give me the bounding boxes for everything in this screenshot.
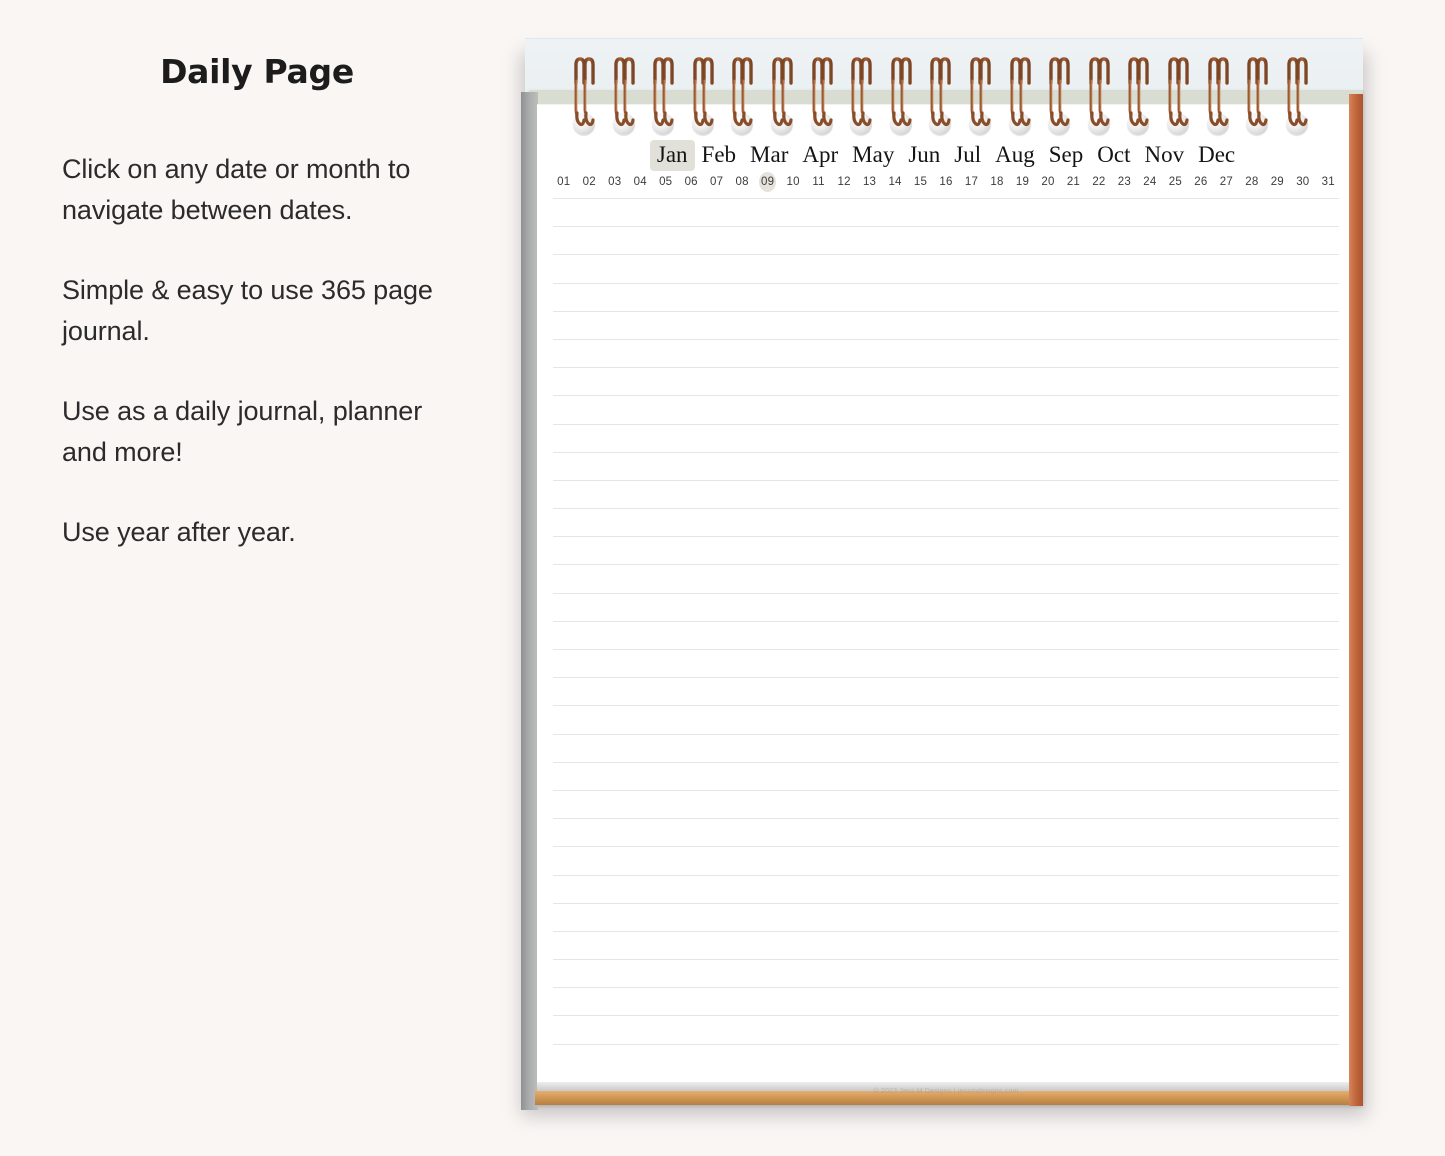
notepad: Jan Feb Mar Apr May Jun Jul Aug Sep Oct Nov Dec 01 0… <box>513 38 1375 1116</box>
day-button-20[interactable]: 20 <box>1039 172 1056 192</box>
rule-line[interactable] <box>553 733 1339 735</box>
rule-line[interactable] <box>553 451 1339 453</box>
rule-line[interactable] <box>553 423 1339 425</box>
rule-line[interactable] <box>553 930 1339 932</box>
rule-line[interactable] <box>553 649 1339 650</box>
description-paragraph-1: Click on any date or month to navigate b… <box>62 154 411 226</box>
rule-line[interactable] <box>553 198 1339 199</box>
month-button-aug[interactable]: Aug <box>988 140 1042 171</box>
month-button-nov[interactable]: Nov <box>1137 140 1191 171</box>
description-paragraph-4: Use year after year. <box>62 517 296 548</box>
rule-line[interactable] <box>553 677 1339 679</box>
rule-line[interactable] <box>553 564 1339 566</box>
day-button-19[interactable]: 19 <box>1014 172 1031 192</box>
month-button-mar[interactable]: Mar <box>743 140 795 171</box>
day-button-28[interactable]: 28 <box>1243 172 1260 192</box>
month-button-apr[interactable]: Apr <box>795 140 845 171</box>
day-button-04[interactable]: 04 <box>632 172 649 192</box>
rule-line[interactable] <box>553 874 1339 876</box>
day-button-06[interactable]: 06 <box>683 172 700 192</box>
rule-line[interactable] <box>553 987 1339 989</box>
month-button-dec[interactable]: Dec <box>1191 140 1242 171</box>
day-button-16[interactable]: 16 <box>937 172 954 192</box>
day-button-05[interactable]: 05 <box>657 172 674 192</box>
month-button-jul[interactable]: Jul <box>947 140 988 171</box>
day-button-30[interactable]: 30 <box>1294 172 1311 192</box>
rule-line[interactable] <box>553 761 1339 763</box>
rule-line[interactable] <box>553 1043 1339 1045</box>
month-button-sep[interactable]: Sep <box>1042 140 1091 171</box>
month-button-feb[interactable]: Feb <box>695 140 744 171</box>
day-button-27[interactable]: 27 <box>1218 172 1235 192</box>
day-selector[interactable]: 01 02 03 04 05 06 07 08 09 10 11 12 13 14 15 16 17 18 19 20… <box>537 172 1355 192</box>
month-selector[interactable]: Jan Feb Mar Apr May Jun Jul Aug Sep Oct Nov Dec <box>537 140 1355 171</box>
day-button-14[interactable]: 14 <box>886 172 903 192</box>
day-button-18[interactable]: 18 <box>988 172 1005 192</box>
day-button-15[interactable]: 15 <box>912 172 929 192</box>
description-paragraph-3: Use as a daily journal, planner and more… <box>62 396 423 468</box>
notepad-left-edge <box>521 92 538 1110</box>
month-button-jan[interactable]: Jan <box>649 140 695 171</box>
rule-line[interactable] <box>553 310 1339 312</box>
page-title: Daily Page <box>160 52 354 91</box>
day-button-01[interactable]: 01 <box>555 172 572 192</box>
rule-line[interactable] <box>553 254 1339 256</box>
rule-line[interactable] <box>553 846 1339 848</box>
rule-line[interactable] <box>553 479 1339 481</box>
month-button-oct[interactable]: Oct <box>1090 140 1137 171</box>
day-button-26[interactable]: 26 <box>1192 172 1209 192</box>
footer-watermark: © 2023 Jess M Designs | jessmdesigns.com <box>873 1088 1019 1095</box>
day-button-22[interactable]: 22 <box>1090 172 1107 192</box>
rule-line[interactable] <box>553 338 1339 340</box>
rule-line[interactable] <box>553 959 1339 961</box>
rule-line[interactable] <box>553 226 1339 228</box>
rule-line[interactable] <box>553 367 1339 369</box>
month-button-jun[interactable]: Jun <box>901 140 947 171</box>
day-button-09[interactable]: 09 <box>759 172 777 192</box>
rule-line[interactable] <box>553 508 1339 510</box>
rule-line[interactable] <box>553 705 1339 707</box>
rule-line[interactable] <box>553 789 1339 791</box>
day-button-24[interactable]: 24 <box>1141 172 1158 192</box>
description-paragraph-2: Simple & easy to use 365 page journal. <box>62 275 433 347</box>
day-button-31[interactable]: 31 <box>1320 172 1337 192</box>
day-button-23[interactable]: 23 <box>1116 172 1133 192</box>
day-button-17[interactable]: 17 <box>963 172 980 192</box>
day-button-21[interactable]: 21 <box>1065 172 1082 192</box>
rule-line[interactable] <box>553 592 1339 594</box>
day-button-03[interactable]: 03 <box>606 172 623 192</box>
rule-line[interactable] <box>553 395 1339 397</box>
day-button-11[interactable]: 11 <box>810 172 827 192</box>
day-button-10[interactable]: 10 <box>785 172 802 192</box>
rule-line[interactable] <box>553 902 1339 904</box>
day-button-13[interactable]: 13 <box>861 172 878 192</box>
rule-line[interactable] <box>553 818 1339 820</box>
day-button-25[interactable]: 25 <box>1167 172 1184 192</box>
ruled-writing-area[interactable] <box>537 198 1355 1082</box>
day-button-12[interactable]: 12 <box>836 172 853 192</box>
info-panel: Daily Page Click on any date or month to… <box>0 0 500 1156</box>
day-button-29[interactable]: 29 <box>1269 172 1286 192</box>
day-button-08[interactable]: 08 <box>734 172 751 192</box>
rule-line[interactable] <box>553 620 1339 622</box>
day-button-02[interactable]: 02 <box>581 172 598 192</box>
day-button-07[interactable]: 07 <box>708 172 725 192</box>
rule-line[interactable] <box>553 282 1339 284</box>
rule-line[interactable] <box>553 1015 1339 1017</box>
month-button-may[interactable]: May <box>845 140 901 171</box>
rule-line[interactable] <box>553 536 1339 538</box>
